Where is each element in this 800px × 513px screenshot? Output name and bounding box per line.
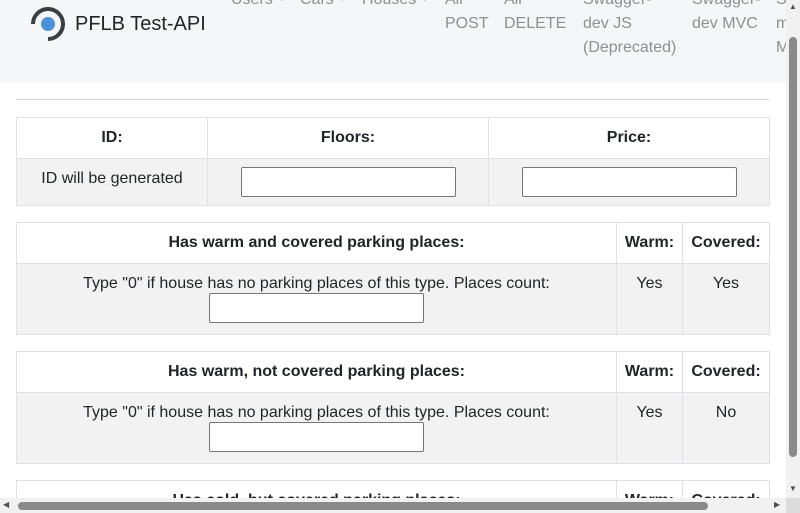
nav-houses-label: Houses bbox=[362, 0, 416, 8]
nav-houses-dropdown[interactable]: Houses ▼ bbox=[362, 0, 429, 12]
brand[interactable]: PFLB Test-API bbox=[31, 7, 206, 41]
parking-hint: Type "0" if house has no parking places … bbox=[83, 275, 550, 292]
parking-count-input[interactable] bbox=[209, 293, 424, 323]
price-cell bbox=[488, 158, 770, 206]
vertical-scroll-thumb[interactable] bbox=[789, 37, 797, 457]
parking-header: Has warm, not covered parking places: bbox=[16, 351, 617, 393]
floors-input[interactable] bbox=[240, 167, 456, 197]
nav-cutoff-link[interactable]: S m M bbox=[776, 0, 786, 60]
nav-cutoff-line-2: m bbox=[776, 15, 786, 32]
nav-all-delete-link[interactable]: All DELETE bbox=[504, 0, 566, 36]
nav-cars-label: Cars bbox=[300, 0, 334, 8]
price-input[interactable] bbox=[521, 167, 737, 197]
warm-value: Yes bbox=[616, 392, 683, 464]
parking-count-input[interactable] bbox=[209, 422, 424, 452]
navbar: PFLB Test-API Users ▼ Cars ▼ Houses ▼ All P… bbox=[0, 0, 786, 83]
id-cell: ID will be generated bbox=[16, 158, 208, 206]
warm-header: Warm: bbox=[616, 222, 683, 264]
nav-all-post-line-1: All bbox=[445, 0, 489, 12]
warm-header: Warm: bbox=[616, 480, 683, 498]
scroll-left-icon[interactable]: ◀ bbox=[3, 500, 9, 509]
nav-all-post-link[interactable]: All POST bbox=[445, 0, 489, 36]
scrollbar-corner bbox=[786, 498, 800, 513]
price-header: Price: bbox=[488, 117, 770, 159]
covered-value: No bbox=[682, 392, 770, 464]
warm-value: Yes bbox=[616, 263, 683, 335]
parking-header: Has warm and covered parking places: bbox=[16, 222, 617, 264]
caret-down-icon: ▼ bbox=[338, 0, 347, 10]
nav-users-dropdown[interactable]: Users ▼ bbox=[231, 0, 286, 12]
house-table: ID: Floors: Price: ID will be generated bbox=[16, 117, 770, 206]
parking-table-warm-covered: Has warm and covered parking places: War… bbox=[16, 222, 770, 335]
nav-swagger-js-link[interactable]: Swagger- dev JS (Deprecated) bbox=[583, 0, 676, 60]
parking-hint: Type "0" if house has no parking places … bbox=[83, 404, 550, 421]
caret-down-icon: ▼ bbox=[420, 0, 429, 10]
nav-cars-dropdown[interactable]: Cars ▼ bbox=[300, 0, 347, 12]
scroll-right-icon[interactable]: ▶ bbox=[774, 500, 780, 509]
nav-swagger-js-line-3: (Deprecated) bbox=[583, 39, 677, 56]
nav-swagger-js-line-2: dev JS bbox=[583, 15, 632, 32]
nav-cutoff-line-1: S bbox=[776, 0, 786, 12]
covered-header: Covered: bbox=[682, 351, 770, 393]
floors-header: Floors: bbox=[207, 117, 489, 159]
vertical-scrollbar[interactable]: ▲ ▼ bbox=[786, 0, 800, 498]
nav-cutoff-line-3: M bbox=[776, 39, 786, 56]
parking-count-cell: Type "0" if house has no parking places … bbox=[16, 392, 617, 464]
main-content: ID: Floors: Price: ID will be generated … bbox=[0, 83, 786, 498]
horizontal-scrollbar[interactable]: ◀ ▶ bbox=[0, 498, 786, 513]
covered-value: Yes bbox=[682, 263, 770, 335]
nav-swagger-mvc-line-1: Swagger- bbox=[692, 0, 760, 12]
parking-header: Has cold, but covered parking places: bbox=[16, 480, 617, 498]
nav-all-post-line-2: POST bbox=[445, 15, 489, 32]
horizontal-scroll-thumb[interactable] bbox=[18, 502, 708, 510]
nav-all-delete-line-2: DELETE bbox=[504, 15, 567, 32]
pflb-logo-icon bbox=[31, 7, 65, 41]
nav-swagger-mvc-link[interactable]: Swagger- dev MVC bbox=[692, 0, 760, 36]
nav-swagger-js-line-1: Swagger- bbox=[583, 0, 676, 12]
caret-down-icon: ▼ bbox=[277, 0, 286, 10]
covered-header: Covered: bbox=[682, 480, 770, 498]
covered-header: Covered: bbox=[682, 222, 770, 264]
parking-count-cell: Type "0" if house has no parking places … bbox=[16, 263, 617, 335]
scroll-down-icon[interactable]: ▼ bbox=[789, 484, 797, 493]
nav-swagger-mvc-line-2: dev MVC bbox=[692, 15, 758, 32]
divider bbox=[16, 99, 769, 100]
scroll-up-icon[interactable]: ▲ bbox=[789, 2, 797, 11]
nav-users-label: Users bbox=[231, 0, 273, 8]
brand-name: PFLB Test-API bbox=[75, 12, 206, 35]
floors-cell bbox=[207, 158, 489, 206]
parking-table-warm-not-covered: Has warm, not covered parking places: Wa… bbox=[16, 351, 770, 464]
id-header: ID: bbox=[16, 117, 208, 159]
warm-header: Warm: bbox=[616, 351, 683, 393]
nav-all-delete-line-1: All bbox=[504, 0, 566, 12]
parking-table-cold-covered: Has cold, but covered parking places: Wa… bbox=[16, 480, 770, 498]
